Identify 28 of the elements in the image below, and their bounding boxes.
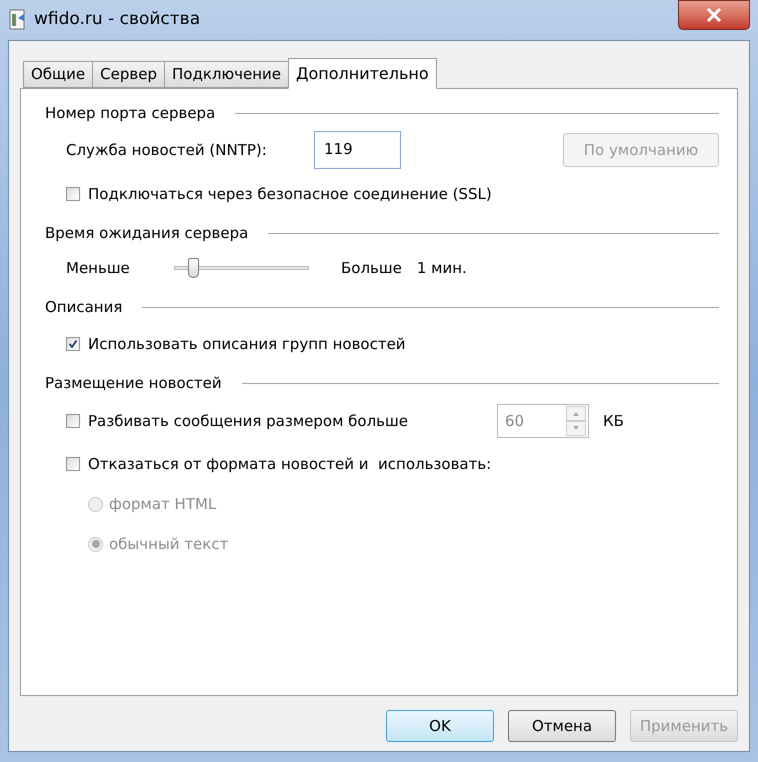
timeout-value: 1 мин. bbox=[416, 258, 467, 279]
port-field[interactable]: 119 bbox=[314, 131, 401, 169]
tab[interactable]: Сервер bbox=[92, 61, 165, 88]
port-label: Служба новостей (NNTP): bbox=[66, 140, 268, 161]
section-heading: Номер порта сервера bbox=[45, 102, 216, 124]
section-heading: Размещение новостей bbox=[45, 372, 222, 394]
close-button[interactable] bbox=[678, 0, 750, 30]
checkmark-icon bbox=[68, 339, 78, 349]
checkbox-label[interactable]: Подключаться через безопасное соединение (SSL) bbox=[88, 182, 492, 206]
min-label: Меньше bbox=[66, 258, 131, 279]
checkbox-label[interactable]: Использовать описания групп новостей bbox=[88, 332, 406, 356]
window-title: wfido.ru - свойства bbox=[34, 8, 200, 32]
section-heading: Время ожидания сервера bbox=[45, 222, 248, 244]
tab[interactable]: Общие bbox=[23, 61, 94, 88]
checkbox[interactable] bbox=[66, 457, 80, 471]
dialog-button[interactable]: OK bbox=[386, 710, 494, 742]
section-heading: Описания bbox=[45, 296, 122, 318]
unit-label: КБ bbox=[603, 410, 624, 432]
slider-thumb[interactable] bbox=[188, 258, 199, 278]
close-icon bbox=[706, 8, 722, 22]
checkbox[interactable] bbox=[66, 187, 80, 201]
tab[interactable]: Дополнительно bbox=[288, 58, 437, 89]
dialog-button[interactable]: Отмена bbox=[508, 710, 616, 742]
slider[interactable] bbox=[171, 257, 312, 279]
max-label: Больше bbox=[341, 258, 402, 279]
checkbox[interactable] bbox=[66, 337, 80, 351]
tab[interactable]: Подключение bbox=[164, 61, 289, 88]
checkbox-label[interactable]: Отказаться от формата новостей и использовать: bbox=[88, 452, 492, 476]
